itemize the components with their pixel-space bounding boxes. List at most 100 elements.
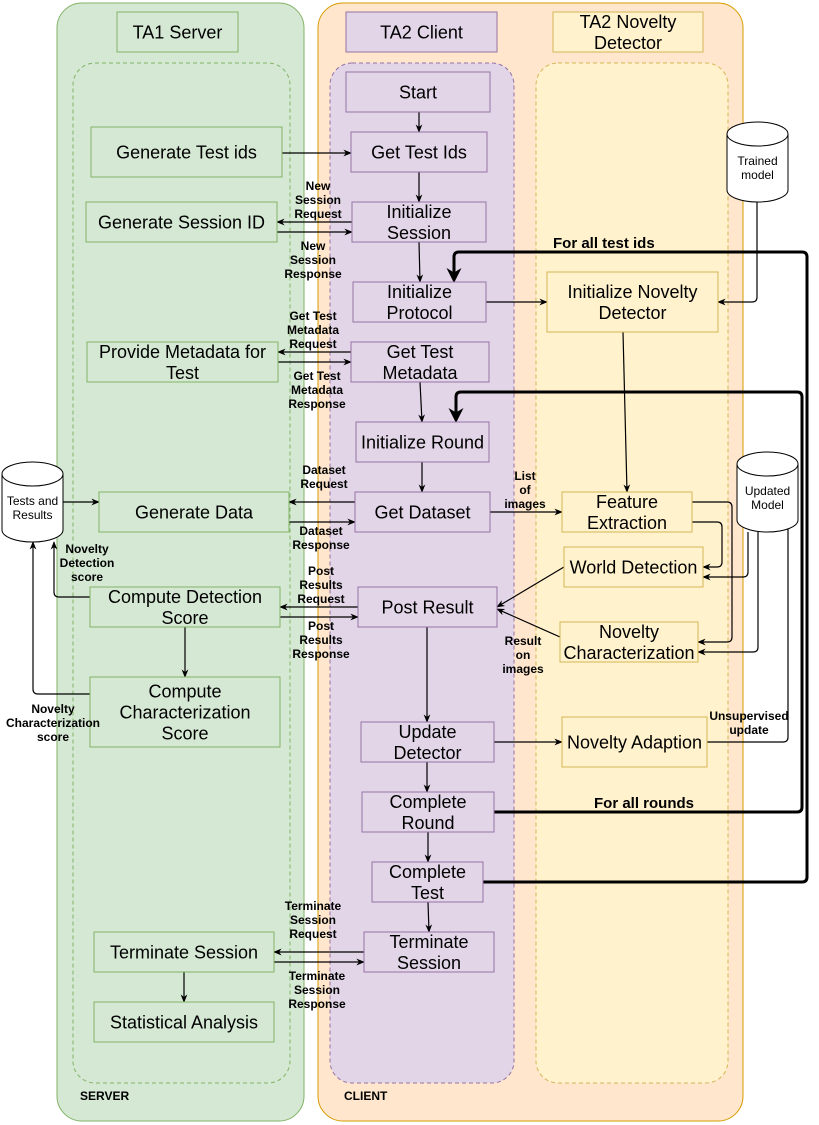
edge-label-list-images-line: List [514,469,535,483]
node-terminate-session[interactable]: Terminate Session [363,931,495,973]
node-get-meta[interactable]: Get Test Metadata [350,341,490,383]
node-get-test-ids[interactable]: Get Test Ids [350,131,488,173]
store-trained-model-label-line: Trained [737,154,777,168]
edge-label-post-request-line: Post [308,564,334,578]
node-gen-test-ids-label-line: Generate Test ids [116,142,257,162]
node-init-round-label-line: Initialize Round [361,432,484,452]
edge-label-unsupervised-line: update [729,723,769,737]
header-ta2-detector-label-line: Detector [594,33,662,53]
header-ta1-server-label: TA1 Server [133,22,223,42]
edge-label-post-request-line: Request [297,592,344,606]
node-provide-meta-label-line: Test [166,363,199,383]
edge-label-meta-request: Get Test Metadata Request [287,309,339,351]
edge-label-new-session-request-line: Session [295,193,341,207]
edge-label-list-images-line: of [519,483,531,497]
edge-label-dataset-request-line: Dataset [302,463,345,477]
edge-label-term-response-line: Terminate [289,969,346,983]
node-get-dataset[interactable]: Get Dataset [354,491,491,533]
node-adaption[interactable]: Novelty Adaption [561,716,708,768]
edge-label-dataset-request-line: Request [300,477,347,491]
node-terminate-session-label: Terminate Session [389,932,468,973]
edge-label-post-response-line: Results [299,633,343,647]
node-post-result[interactable]: Post Result [357,586,498,628]
node-gen-test-ids[interactable]: Generate Test ids [90,126,283,178]
loop-label-all-rounds: For all rounds [594,795,694,812]
node-init-round[interactable]: Initialize Round [355,421,490,463]
node-init-protocol[interactable]: Initialize Protocol [352,281,487,323]
edge-label-novelty-det-score-line: score [71,570,103,584]
node-terminate-session-label-line: Session [397,953,461,973]
node-feature-label-line: Extraction [587,513,667,533]
node-get-dataset-label-line: Get Dataset [374,502,470,522]
node-update-detector-label-line: Detector [393,743,461,763]
node-init-nd[interactable]: Initialize Novelty Detector [546,271,719,333]
node-init-protocol-label-line: Protocol [386,303,452,323]
node-get-dataset-label: Get Dataset [374,502,470,522]
node-complete-round[interactable]: Complete Round [361,791,495,833]
edge-label-novelty-char-score-line: score [37,730,69,744]
node-gen-test-ids-label: Generate Test ids [116,142,257,162]
node-get-meta-label-line: Metadata [382,363,458,383]
edge-label-unsupervised-line: Unsupervised [709,709,788,723]
edge-label-new-session-response-line: Session [290,253,336,267]
node-stats-label: Statistical Analysis [110,1012,258,1032]
node-get-test-ids-label: Get Test Ids [371,142,467,162]
node-init-session[interactable]: Initialize Session [351,201,487,243]
node-gen-session-label: Generate Session ID [98,212,265,232]
node-world[interactable]: World Detection [563,546,704,588]
node-init-nd-label-line: Detector [598,303,666,323]
node-init-session-label-line: Initialize [386,202,451,222]
node-complete-test[interactable]: Complete Test [371,861,484,903]
edge-label-term-response-line: Session [294,983,340,997]
node-update-detector[interactable]: Update Detector [360,721,495,763]
edge-label-new-session-response-line: New [301,239,326,253]
edge-label-result-images-line: Result [505,634,542,648]
node-get-test-ids-label-line: Get Test Ids [371,142,467,162]
store-tests-results-label: Tests and Results [7,494,58,522]
edge-label-meta-response-line: Metadata [291,383,343,397]
node-stats[interactable]: Statistical Analysis [93,1001,275,1043]
header-ta1-server-label-line: TA1 Server [133,22,223,42]
node-novelty-char[interactable]: Novelty Characterization [559,621,699,663]
node-world-label-line: World Detection [570,557,698,577]
node-terminate-label: Terminate Session [110,942,258,962]
node-compute-det[interactable]: Compute Detection Score [89,586,281,628]
node-complete-round-label-line: Complete [389,792,466,812]
node-gen-data[interactable]: Generate Data [98,491,290,533]
node-get-meta-label: Get Test Metadata [382,342,458,383]
node-stats-label-line: Statistical Analysis [110,1012,258,1032]
store-tests-results-label-line: Results [12,508,52,522]
edge-label-novelty-char-score-line: Novelty [31,702,75,716]
server-footer-label: SERVER [80,1089,129,1103]
node-update-detector-label: Update Detector [393,722,461,763]
node-adaption-label: Novelty Adaption [567,732,702,752]
node-complete-test-label-line: Complete [389,862,466,882]
edge-label-meta-request-line: Request [289,337,336,351]
edge-label-meta-response-line: Get Test [293,369,340,383]
edge-label-term-response-line: Response [288,997,346,1011]
node-init-round-label: Initialize Round [361,432,484,452]
node-feature-label: Feature Extraction [587,492,667,533]
header-ta2-detector-label-line: TA2 Novelty [580,12,677,32]
store-trained-model-label-line: model [741,168,774,182]
node-feature[interactable]: Feature Extraction [561,491,693,533]
edge-label-term-request-line: Terminate [285,899,342,913]
node-start-label-line: Start [399,82,437,102]
novelty-detection-flow-diagram: SERVER CLIENT TA1 Server TA2 Client TA2 No… [1,2,809,1122]
store-tests-results-label-line: Tests and [7,494,58,508]
node-terminate[interactable]: Terminate Session [93,931,275,973]
store-updated-model-label: Updated Model [745,484,790,512]
node-adaption-label-line: Novelty Adaption [567,732,702,752]
store-tests-results-database-icon: Tests and Results [1,461,64,543]
store-trained-model-database-icon: Trained model [726,121,789,203]
node-provide-meta[interactable]: Provide Metadata for Test [86,341,279,383]
node-start[interactable]: Start [345,71,491,113]
store-trained-model-label: Trained model [737,154,777,182]
node-update-detector-label-line: Update [398,722,456,742]
node-provide-meta-label-line: Provide Metadata for [99,342,266,362]
node-terminate-session-label-line: Terminate [389,932,468,952]
node-gen-session[interactable]: Generate Session ID [85,201,278,243]
node-complete-test-label-line: Test [411,883,444,903]
node-compute-char[interactable]: Compute Characterization Score [89,676,281,748]
edge-label-post-response-line: Response [292,647,350,661]
